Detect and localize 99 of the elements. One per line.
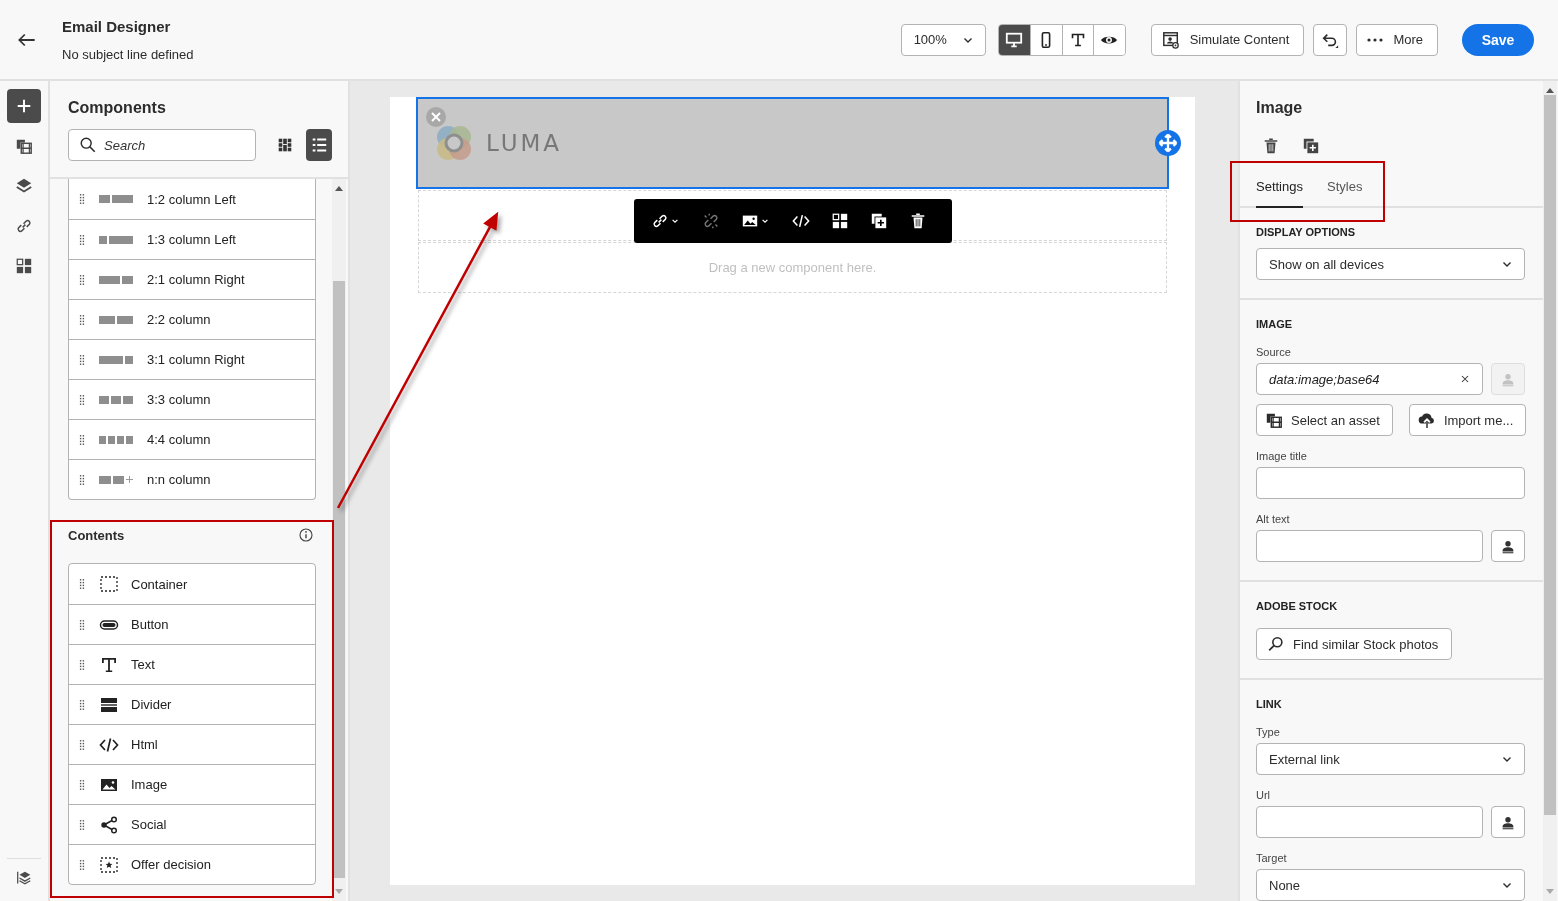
content-item[interactable]: Divider — [69, 684, 315, 724]
squares-icon — [831, 212, 849, 230]
content-item[interactable]: Social — [69, 804, 315, 844]
field-label: Source — [1256, 346, 1292, 358]
image-film-icon — [1265, 411, 1283, 429]
column-layout-icon — [99, 195, 133, 203]
zoom-dropdown[interactable]: 100% — [900, 23, 986, 56]
section-title: Contents — [68, 527, 125, 543]
page-title: Email Designer — [62, 17, 172, 35]
desktop-icon — [1005, 30, 1024, 49]
save-button[interactable]: Save — [1462, 23, 1534, 56]
search-field[interactable]: Search — [68, 129, 256, 161]
field-label: Alt text — [1256, 513, 1291, 525]
list-icon — [310, 136, 328, 154]
text-view-button[interactable] — [1061, 24, 1094, 55]
subject-line-text: No subject line defined — [62, 46, 194, 62]
link-icon — [651, 212, 669, 230]
dashed-square-icon — [99, 574, 119, 594]
import-media-button[interactable]: Import me... — [1408, 404, 1527, 436]
column-layout-icon — [99, 475, 133, 484]
target-dropdown[interactable]: None — [1256, 869, 1525, 901]
column-layout-icon — [99, 395, 133, 404]
structure-item[interactable]: 2:1 column Right — [69, 259, 315, 299]
delete-icon — [909, 212, 927, 230]
scrollbar[interactable] — [1543, 81, 1557, 901]
code-icon — [792, 212, 810, 230]
find-stock-photos-button[interactable]: Find similar Stock photos — [1256, 628, 1453, 660]
window-person-icon — [1161, 30, 1180, 49]
list-view-button[interactable] — [306, 129, 332, 161]
duplicate-icon — [870, 212, 888, 230]
content-item[interactable]: Html — [69, 724, 315, 764]
structure-item[interactable]: 1:3 column Left — [69, 219, 315, 259]
preview-button[interactable] — [1093, 24, 1125, 55]
scrollbar[interactable] — [332, 179, 346, 901]
content-item[interactable]: Container — [69, 564, 315, 604]
layers-icon — [15, 869, 33, 887]
structure-item[interactable]: 3:1 column Right — [69, 339, 315, 379]
field-label: Url — [1256, 789, 1272, 801]
section-heading: ADOBE STOCK — [1256, 600, 1339, 612]
source-field[interactable]: data:image;base64 — [1256, 363, 1483, 395]
more-button[interactable]: More — [1356, 23, 1438, 56]
simulate-content-button[interactable]: Simulate Content — [1150, 23, 1305, 56]
link-type-dropdown[interactable]: External link — [1256, 743, 1525, 775]
duplicate-icon — [1302, 137, 1320, 155]
column-layout-icon — [99, 235, 133, 244]
content-item[interactable]: Offer decision — [69, 844, 315, 884]
plus-icon — [15, 97, 33, 115]
personalization-button[interactable] — [1491, 806, 1525, 838]
url-field[interactable] — [1256, 806, 1483, 838]
add-component-button[interactable] — [7, 89, 41, 123]
drop-hint: Drag a new component here. — [708, 260, 877, 275]
mobile-view-button[interactable] — [1030, 24, 1062, 55]
tab[interactable]: Settings — [1256, 173, 1303, 208]
structure-item[interactable]: 1:2 column Left — [69, 179, 315, 219]
logo-text: LUMA — [486, 130, 563, 156]
section-heading: LINK — [1256, 698, 1283, 710]
structure-item[interactable]: 4:4 column — [69, 419, 315, 459]
content-item[interactable]: Text — [69, 644, 315, 684]
field-label: Type — [1256, 726, 1281, 738]
structure-item[interactable]: 2:2 column — [69, 299, 315, 339]
delete-button[interactable] — [1262, 137, 1280, 155]
delete-icon — [1262, 137, 1280, 155]
section-heading: DISPLAY OPTIONS — [1256, 226, 1357, 238]
structure-item[interactable]: n:n column — [69, 459, 315, 499]
column-layout-icon — [99, 355, 133, 364]
field-label: Image title — [1256, 450, 1308, 462]
content-item[interactable]: Image — [69, 764, 315, 804]
field-label: Target — [1256, 852, 1288, 864]
image-title-field[interactable] — [1256, 467, 1525, 499]
duplicate-button[interactable] — [1302, 137, 1320, 155]
info-icon[interactable] — [298, 527, 314, 543]
image-film-icon — [15, 137, 33, 155]
panel-title: Components — [68, 99, 167, 117]
move-icon[interactable] — [1155, 130, 1181, 156]
column-layout-icon — [99, 435, 133, 444]
alt-text-field[interactable] — [1256, 530, 1483, 562]
select-asset-button[interactable]: Select an asset — [1256, 404, 1393, 436]
section-heading: IMAGE — [1256, 318, 1294, 330]
undo-button[interactable] — [1313, 23, 1348, 56]
share-icon — [99, 814, 119, 835]
column-layout-icon — [99, 275, 133, 284]
structure-item[interactable]: 3:3 column — [69, 379, 315, 419]
grid-icon — [276, 136, 294, 154]
column-layout-icon — [99, 315, 133, 324]
link-icon — [15, 217, 33, 235]
squares-icon — [15, 257, 33, 275]
clear-icon[interactable] — [1459, 373, 1471, 385]
content-item[interactable]: Button — [69, 604, 315, 644]
unlink-icon — [702, 212, 720, 230]
more-icon — [1367, 37, 1384, 42]
tab[interactable]: Styles — [1327, 173, 1363, 208]
upload-cloud-icon — [1417, 411, 1436, 429]
search-icon — [79, 136, 97, 154]
panel-title: Image — [1256, 99, 1304, 117]
layers-icon — [15, 177, 33, 195]
display-options-dropdown[interactable]: Show on all devices — [1256, 248, 1525, 280]
search-icon — [1267, 635, 1285, 653]
personalization-button[interactable] — [1491, 530, 1525, 562]
desktop-view-button[interactable] — [998, 24, 1031, 55]
